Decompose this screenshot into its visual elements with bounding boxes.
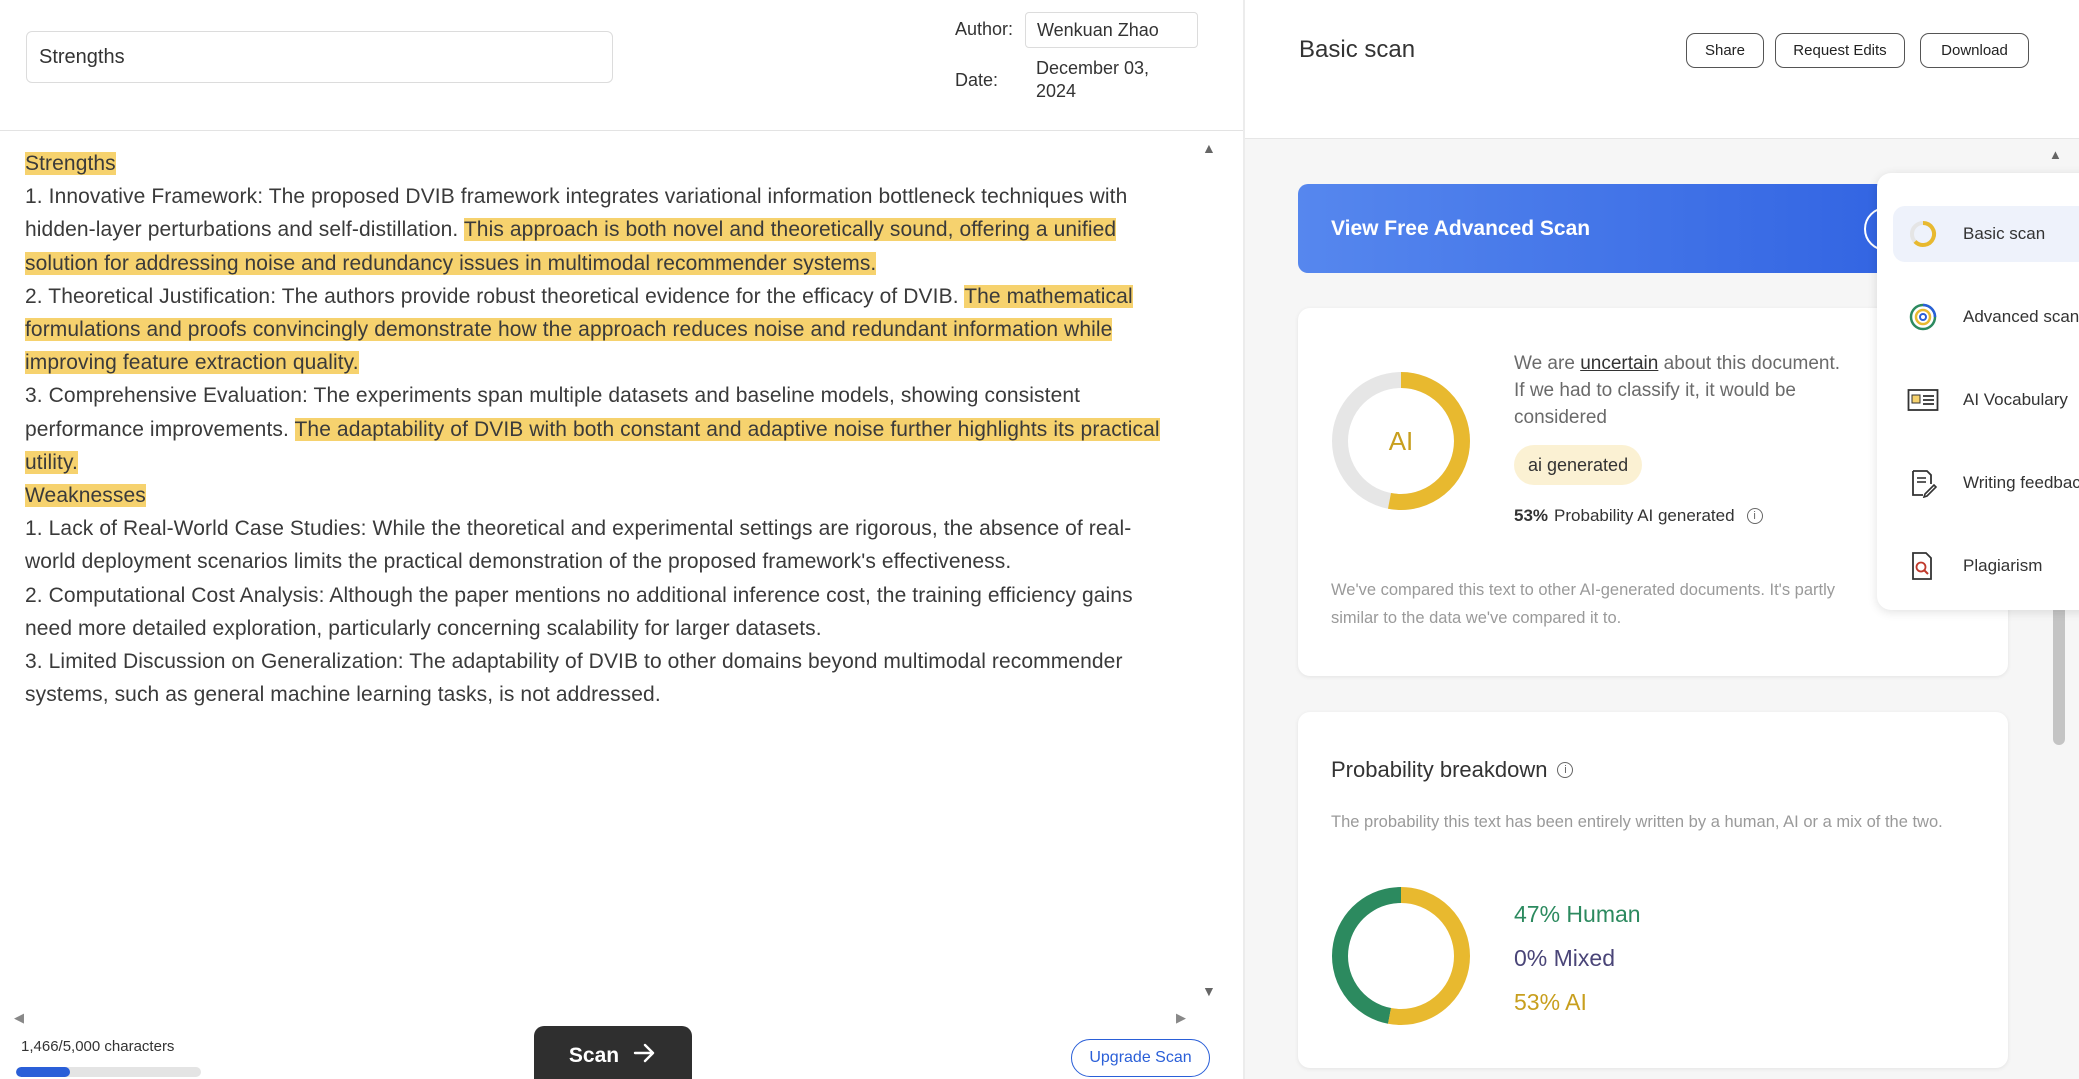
author-label: Author:	[955, 19, 1014, 39]
breakdown-human-label: 47% Human	[1514, 901, 1641, 927]
scroll-up-icon[interactable]: ▲	[1202, 140, 1216, 156]
document-text[interactable]: Strengths 1. Innovative Framework: The pr…	[25, 147, 1175, 711]
document-text-segment: 3. Limited Discussion on Generalization:…	[25, 650, 1123, 707]
character-progress-bar	[16, 1067, 201, 1077]
ai-vocabulary-icon	[1905, 382, 1941, 418]
breakdown-description: The probability this text has been entir…	[1331, 813, 1943, 831]
title-input[interactable]: Strengths	[26, 31, 613, 83]
upgrade-scan-button[interactable]: Upgrade Scan	[1071, 1039, 1210, 1077]
document-paragraph: 3. Comprehensive Evaluation: The experim…	[25, 379, 1175, 479]
menu-item-ai-vocabulary[interactable]: AI Vocabulary	[1893, 372, 2079, 428]
document-paragraph: 2. Computational Cost Analysis: Although…	[25, 579, 1175, 645]
request-edits-label: Request Edits	[1793, 42, 1887, 59]
verdict-uncertain-link[interactable]: uncertain	[1580, 353, 1658, 374]
scan-button-label: Scan	[568, 1044, 620, 1067]
writing-feedback-icon	[1905, 465, 1941, 501]
date-value-line2: 2024	[1036, 81, 1077, 101]
breakdown-donut	[1331, 887, 1470, 1025]
document-paragraph: Weaknesses	[25, 479, 1175, 512]
menu-item-basic-scan[interactable]: Basic scan	[1893, 206, 2079, 262]
document-paragraph: 3. Limited Discussion on Generalization:…	[25, 645, 1175, 711]
character-progress-fill	[16, 1067, 71, 1077]
breakdown-ai-label: 53% AI	[1514, 989, 1587, 1015]
menu-item-label: Advanced scan	[1963, 307, 2079, 326]
document-paragraph: 2. Theoretical Justification: The author…	[25, 280, 1175, 380]
menu-item-label: Basic scan	[1963, 224, 2046, 243]
date-value[interactable]: December 03, 2024	[1036, 57, 1186, 103]
document-paragraph: 1. Innovative Framework: The proposed DV…	[25, 180, 1175, 280]
download-button-label: Download	[1941, 42, 2008, 59]
scroll-down-icon[interactable]: ▼	[1202, 983, 1216, 999]
breakdown-title-text: Probability breakdown	[1331, 757, 1548, 782]
character-count: 1,466/5,000 characters	[21, 1038, 175, 1055]
scroll-right-icon[interactable]: ▶	[1176, 1010, 1186, 1026]
share-button-label: Share	[1704, 42, 1746, 59]
scroll-left-icon[interactable]: ◀	[14, 1010, 24, 1026]
menu-item-label: Writing feedback	[1963, 473, 2079, 492]
menu-item-label: Plagiarism	[1963, 556, 2043, 575]
probability-label: Probability AI generated	[1554, 506, 1735, 525]
document-text-segment: 2. Computational Cost Analysis: Although…	[25, 583, 1133, 640]
menu-item-advanced-scan[interactable]: Advanced scan	[1893, 289, 2079, 345]
probability-breakdown-card: Probability breakdown i The probability …	[1298, 712, 2008, 1068]
plagiarism-icon	[1905, 548, 1941, 584]
highlighted-text: Weaknesses	[25, 484, 146, 508]
breakdown-title: Probability breakdown i	[1331, 757, 1574, 783]
probability-line: 53% Probability AI generated i	[1514, 506, 1763, 526]
menu-item-plagiarism[interactable]: Plagiarism	[1893, 538, 2079, 594]
advanced-scan-icon	[1905, 299, 1941, 335]
highlighted-text: Strengths	[25, 152, 116, 175]
info-icon[interactable]: i	[1557, 762, 1574, 778]
document-text-segment: 2. Theoretical Justification: The author…	[25, 284, 965, 308]
author-input[interactable]: Wenkuan Zhao	[1025, 12, 1198, 48]
title-input-value: Strengths	[39, 45, 125, 68]
scan-button[interactable]: Scan	[534, 1026, 692, 1079]
menu-item-writing-feedback[interactable]: Writing feedback	[1893, 455, 2079, 511]
download-button[interactable]: Download	[1920, 33, 2029, 68]
menu-item-label: AI Vocabulary	[1963, 390, 2068, 409]
request-edits-button[interactable]: Request Edits	[1775, 33, 1905, 68]
info-icon[interactable]: i	[1746, 508, 1763, 524]
verdict-badge: ai generated	[1514, 445, 1643, 485]
share-button[interactable]: Share	[1686, 33, 1764, 68]
breakdown-mixed-label: 0% Mixed	[1514, 945, 1615, 971]
document-text-segment: 1. Lack of Real-World Case Studies: Whil…	[25, 517, 1132, 574]
verdict-prefix: We are	[1514, 353, 1581, 374]
results-title: Basic scan	[1299, 36, 1416, 63]
verdict-text: We are uncertain about this document. If…	[1514, 350, 1844, 431]
upgrade-scan-label: Upgrade Scan	[1089, 1049, 1192, 1066]
comparison-note: We've compared this text to other AI-gen…	[1331, 581, 1835, 627]
results-header: Basic scan Share Request Edits Download	[1245, 0, 2079, 139]
breakdown-legend: 47% Human 0% Mixed 53% AI	[1514, 892, 1641, 1024]
advanced-scan-banner-label: View Free Advanced Scan	[1331, 216, 1591, 240]
probability-percent: 53%	[1514, 506, 1549, 525]
editor-pane: Strengths Author: Wenkuan Zhao Date: Dec…	[0, 0, 1243, 1079]
date-label: Date:	[955, 70, 999, 90]
document-paragraph: 1. Lack of Real-World Case Studies: Whil…	[25, 512, 1175, 578]
arrow-right-icon	[633, 1042, 657, 1070]
document-paragraph: Strengths	[25, 147, 1175, 180]
author-input-value: Wenkuan Zhao	[1037, 19, 1159, 40]
basic-scan-icon	[1905, 216, 1941, 252]
ai-donut-label: AI	[1388, 425, 1414, 456]
results-scroll-up-icon[interactable]: ▲	[2049, 147, 2062, 162]
breakdown-human-arc	[1331, 887, 1470, 1025]
scan-type-menu: Basic scan Advanced scan AI Vocabulary W…	[1877, 173, 2079, 610]
header-divider	[0, 130, 1243, 131]
date-value-line1: December 03,	[1036, 58, 1150, 78]
